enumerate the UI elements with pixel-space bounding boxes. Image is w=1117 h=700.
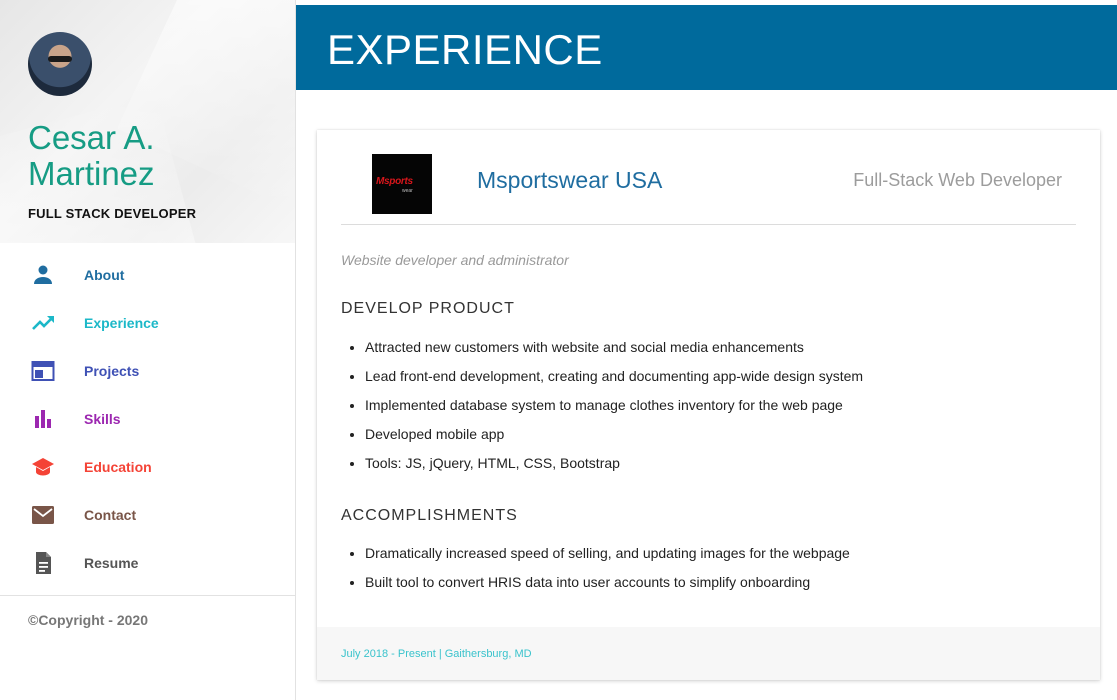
section-heading: ACCOMPLISHMENTS xyxy=(341,507,518,524)
profile-title: FULL STACK DEVELOPER xyxy=(28,206,197,221)
mail-icon xyxy=(32,506,54,524)
list-item: Attracted new customers with website and… xyxy=(365,333,863,362)
company-name: Msportswear USA xyxy=(477,167,663,193)
list-item: Implemented database system to manage cl… xyxy=(365,391,863,420)
sidebar-nav: About Experience Projects Skills Educati… xyxy=(0,251,296,587)
company-logo: Msports wear xyxy=(372,154,432,214)
trending-up-icon xyxy=(32,316,54,330)
sidebar-item-projects[interactable]: Projects xyxy=(0,347,296,395)
list-item: Developed mobile app xyxy=(365,420,863,449)
sidebar-item-contact[interactable]: Contact xyxy=(0,491,296,539)
job-subtitle: Website developer and administrator xyxy=(341,252,569,268)
section-heading: DEVELOP PRODUCT xyxy=(341,300,515,317)
sidebar-item-label: Resume xyxy=(84,555,139,571)
copyright-text: ©Copyright - 2020 xyxy=(28,612,149,628)
page-title: EXPERIENCE xyxy=(327,26,603,73)
list-item: Built tool to convert HRIS data into use… xyxy=(365,568,850,597)
sidebar-item-label: Contact xyxy=(84,507,137,523)
job-dates-location: July 2018 - Present | Gaithersburg, MD xyxy=(341,648,532,660)
avatar-detail xyxy=(48,56,72,62)
card-footer: July 2018 - Present | Gaithersburg, MD xyxy=(317,627,1100,680)
person-icon xyxy=(34,265,52,284)
logo-text: Msports xyxy=(376,176,413,187)
sidebar-item-label: Education xyxy=(84,459,152,475)
sidebar-item-resume[interactable]: Resume xyxy=(0,539,296,587)
bar-chart-icon xyxy=(35,410,51,428)
list-item: Tools: JS, jQuery, HTML, CSS, Bootstrap xyxy=(365,449,863,478)
graduation-cap-icon xyxy=(32,458,54,476)
sidebar-item-label: Experience xyxy=(84,315,159,331)
page-header: EXPERIENCE xyxy=(296,5,1117,90)
sidebar-divider xyxy=(0,595,296,596)
list-item: Lead front-end development, creating and… xyxy=(365,362,863,391)
sidebar-item-label: About xyxy=(84,267,125,283)
document-icon xyxy=(36,552,51,574)
experience-card: Msports wear Msportswear USA Full-Stack … xyxy=(317,130,1100,680)
sidebar-item-skills[interactable]: Skills xyxy=(0,395,296,443)
sidebar-item-education[interactable]: Education xyxy=(0,443,296,491)
list-item: Dramatically increased speed of selling,… xyxy=(365,539,850,568)
sidebar-item-experience[interactable]: Experience xyxy=(0,299,296,347)
web-window-icon xyxy=(31,361,55,381)
develop-product-list: Attracted new customers with website and… xyxy=(341,333,863,478)
accomplishments-list: Dramatically increased speed of selling,… xyxy=(341,539,850,597)
sidebar-item-about[interactable]: About xyxy=(0,251,296,299)
card-divider xyxy=(341,224,1076,225)
logo-subtext: wear xyxy=(402,188,413,194)
job-role: Full-Stack Web Developer xyxy=(853,170,1062,190)
sidebar: Cesar A. Martinez FULL STACK DEVELOPER A… xyxy=(0,0,296,700)
sidebar-item-label: Projects xyxy=(84,363,140,379)
profile-name: Cesar A. Martinez xyxy=(28,119,155,192)
profile-header: Cesar A. Martinez FULL STACK DEVELOPER xyxy=(0,0,295,243)
sidebar-item-label: Skills xyxy=(84,411,121,427)
avatar xyxy=(28,32,92,96)
